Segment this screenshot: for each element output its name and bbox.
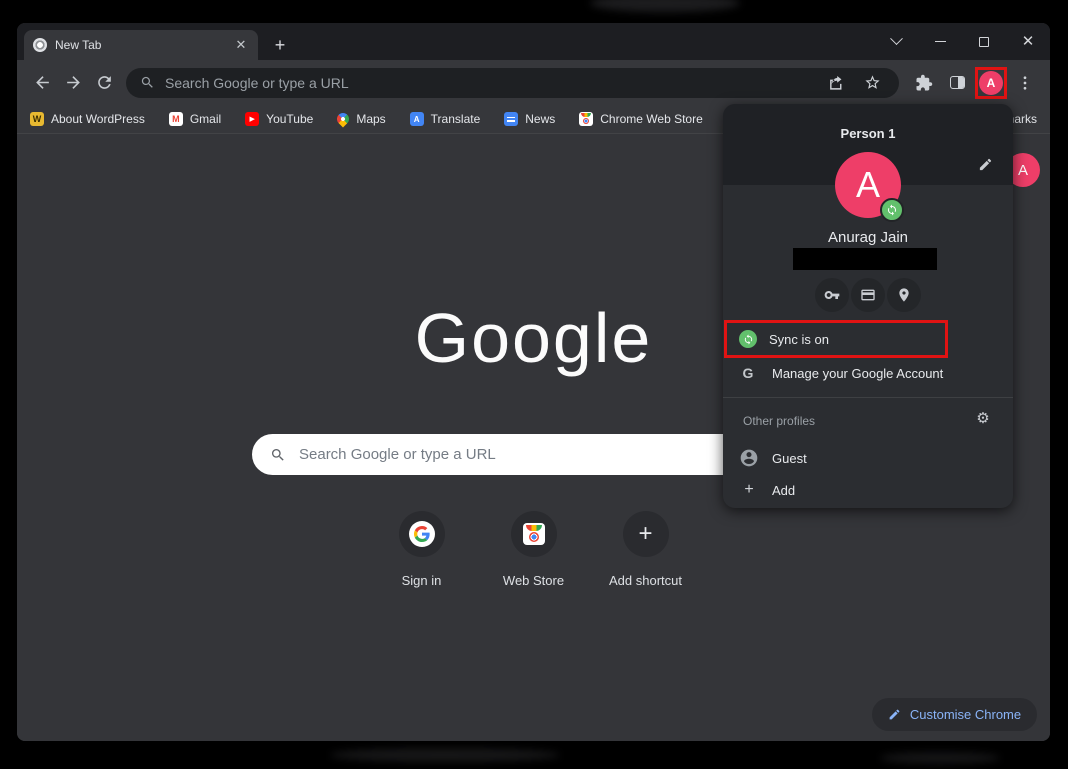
google-g-icon: G bbox=[740, 365, 756, 381]
bookmark-translate[interactable]: A Translate bbox=[410, 112, 481, 126]
chrome-web-store-icon bbox=[579, 112, 593, 126]
wallpaper-smudge bbox=[880, 752, 1000, 764]
window-menu-chevron-icon[interactable] bbox=[874, 23, 918, 60]
reload-icon[interactable] bbox=[89, 67, 120, 98]
maps-pin-icon bbox=[335, 111, 352, 128]
other-profiles-label: Other profiles bbox=[743, 414, 815, 428]
new-tab-button[interactable]: + bbox=[266, 31, 294, 59]
tab-title: New Tab bbox=[55, 38, 225, 52]
avatar-letter: A bbox=[856, 164, 880, 206]
forward-icon[interactable] bbox=[58, 67, 89, 98]
toolbar: Search Google or type a URL A bbox=[17, 60, 1050, 105]
wallpaper-smudge bbox=[330, 748, 560, 762]
bookmark-gmail[interactable]: M Gmail bbox=[169, 112, 221, 126]
minimize-button[interactable] bbox=[918, 23, 962, 60]
guest-profile-row[interactable]: Guest bbox=[723, 444, 1013, 472]
profile-title: Person 1 bbox=[723, 126, 1013, 141]
sync-badge-icon bbox=[880, 198, 904, 222]
edit-profile-pencil-icon[interactable] bbox=[975, 154, 995, 174]
google-g-icon bbox=[409, 521, 435, 547]
passwords-key-icon[interactable] bbox=[815, 278, 849, 312]
payment-card-icon[interactable] bbox=[851, 278, 885, 312]
news-icon bbox=[504, 112, 518, 126]
maximize-button[interactable] bbox=[962, 23, 1006, 60]
bookmark-youtube[interactable]: ▶ YouTube bbox=[245, 112, 313, 126]
shortcut-tiles: Sign in Web Store + Add shortcut bbox=[388, 511, 680, 588]
browser-window: New Tab ✕ + ✕ bbox=[17, 23, 1050, 741]
kebab-menu-icon[interactable] bbox=[1010, 68, 1040, 98]
close-button[interactable]: ✕ bbox=[1006, 23, 1050, 60]
shortcut-sign-in[interactable]: Sign in bbox=[388, 511, 456, 588]
page-search-placeholder: Search Google or type a URL bbox=[299, 446, 496, 463]
youtube-icon: ▶ bbox=[245, 112, 259, 126]
pencil-icon bbox=[888, 708, 901, 721]
tab-strip: New Tab ✕ + ✕ bbox=[17, 23, 1050, 60]
toolbar-actions: A bbox=[909, 67, 1040, 99]
shortcut-web-store[interactable]: Web Store bbox=[500, 511, 568, 588]
wallpaper-smudge bbox=[590, 0, 740, 12]
bookmark-about-wordpress[interactable]: W About WordPress bbox=[30, 112, 145, 126]
profile-name: Anurag Jain bbox=[723, 229, 1013, 246]
plus-icon: + bbox=[739, 481, 759, 499]
address-bar-placeholder: Search Google or type a URL bbox=[165, 75, 813, 91]
web-store-icon bbox=[523, 523, 545, 545]
search-icon bbox=[270, 447, 286, 463]
side-panel-icon[interactable] bbox=[942, 68, 972, 98]
menu-divider bbox=[723, 397, 1013, 398]
sync-status-label: Sync is on bbox=[769, 332, 829, 347]
plus-icon: + bbox=[638, 520, 652, 548]
profile-large-avatar[interactable]: A bbox=[835, 152, 901, 218]
translate-icon: A bbox=[410, 112, 424, 126]
share-icon[interactable] bbox=[823, 74, 849, 91]
profile-avatar-button[interactable]: A bbox=[975, 67, 1007, 99]
manage-google-account-row[interactable]: G Manage your Google Account bbox=[723, 360, 1013, 386]
back-icon[interactable] bbox=[27, 67, 58, 98]
extensions-puzzle-icon[interactable] bbox=[909, 68, 939, 98]
guest-person-icon bbox=[739, 448, 759, 468]
sync-is-on-row[interactable]: Sync is on bbox=[724, 320, 948, 358]
shortcut-add[interactable]: + Add shortcut bbox=[612, 511, 680, 588]
chrome-favicon-icon bbox=[33, 38, 47, 52]
desktop-background: New Tab ✕ + ✕ bbox=[0, 0, 1068, 769]
search-icon bbox=[140, 75, 155, 90]
gmail-icon: M bbox=[169, 112, 183, 126]
bookmark-maps[interactable]: Maps bbox=[337, 112, 385, 126]
profile-menu: Person 1 A Anurag Jain bbox=[723, 104, 1013, 508]
gear-icon[interactable]: ⚙ bbox=[973, 408, 993, 428]
sync-on-icon bbox=[739, 330, 757, 348]
window-controls: ✕ bbox=[874, 23, 1050, 60]
tab-new-tab[interactable]: New Tab ✕ bbox=[24, 30, 258, 60]
avatar: A bbox=[979, 71, 1003, 95]
customise-chrome-label: Customise Chrome bbox=[910, 707, 1021, 722]
add-profile-row[interactable]: + Add bbox=[723, 476, 1013, 504]
bookmark-chrome-web-store[interactable]: Chrome Web Store bbox=[579, 112, 703, 126]
redacted-email bbox=[793, 248, 937, 270]
quick-actions bbox=[723, 278, 1013, 312]
address-bar[interactable]: Search Google or type a URL bbox=[126, 68, 899, 98]
customise-chrome-button[interactable]: Customise Chrome bbox=[872, 698, 1037, 731]
wordpress-icon: W bbox=[30, 112, 44, 126]
bookmark-star-icon[interactable] bbox=[859, 74, 885, 91]
tab-close-icon[interactable]: ✕ bbox=[233, 37, 249, 53]
bookmark-news[interactable]: News bbox=[504, 112, 555, 126]
addresses-location-icon[interactable] bbox=[887, 278, 921, 312]
